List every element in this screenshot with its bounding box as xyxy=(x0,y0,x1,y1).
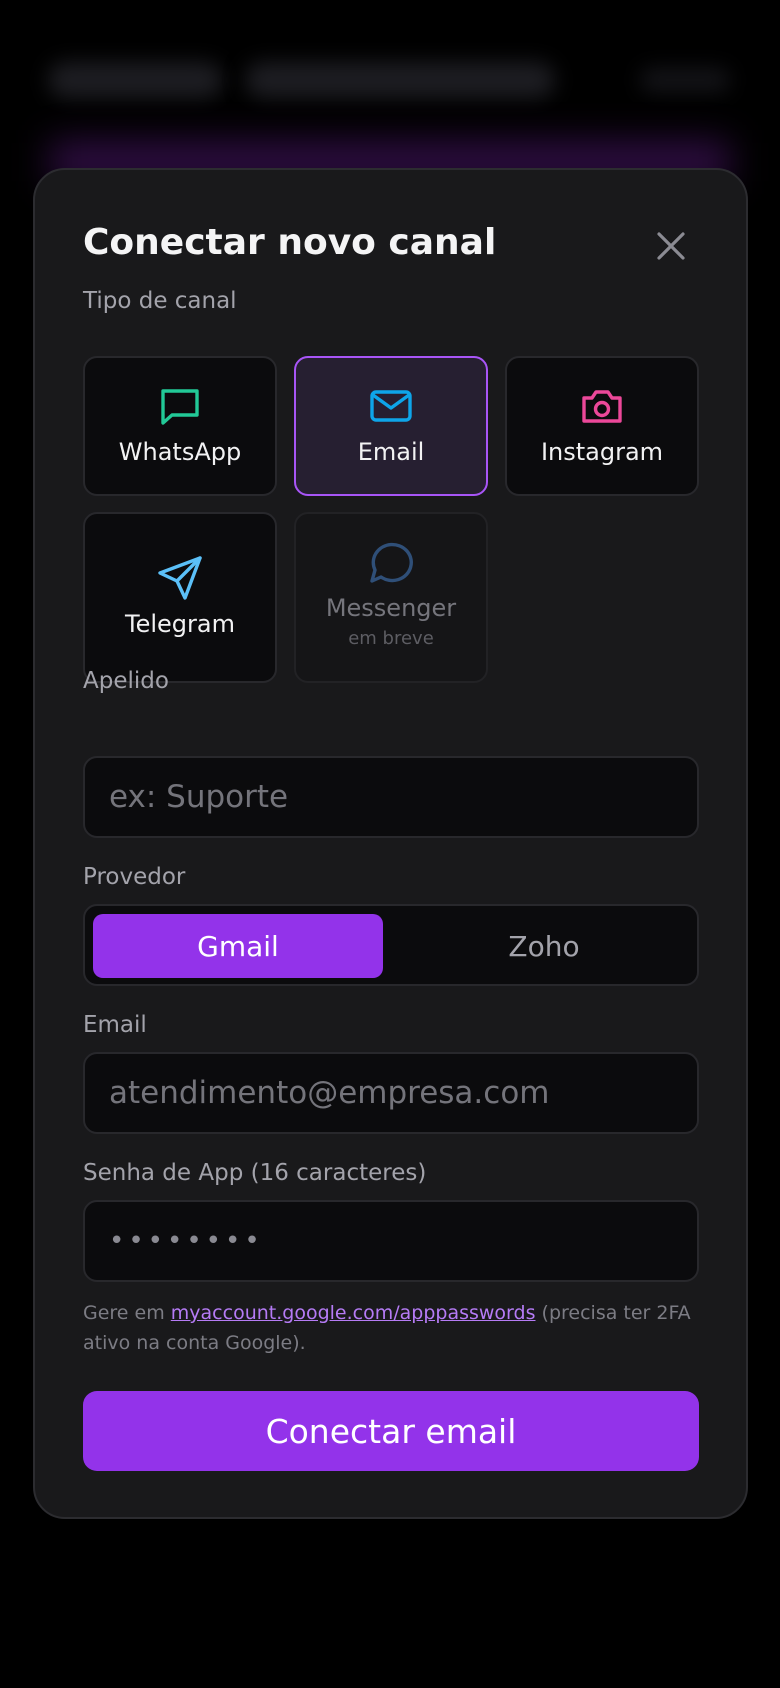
provider-gmail-button[interactable]: Gmail xyxy=(93,914,383,978)
channel-telegram[interactable]: Telegram xyxy=(83,512,277,683)
connect-channel-modal: Conectar novo canal Tipo de canal WhatsA… xyxy=(33,168,748,1519)
camera-icon xyxy=(578,382,626,430)
close-button[interactable] xyxy=(653,228,689,264)
channel-whatsapp[interactable]: WhatsApp xyxy=(83,356,277,496)
provider-label: Provedor xyxy=(83,864,186,890)
channel-messenger: Messenger em breve xyxy=(294,512,488,683)
app-password-label: Senha de App (16 caracteres) xyxy=(83,1160,427,1186)
send-icon xyxy=(156,554,204,602)
mail-icon xyxy=(367,382,415,430)
nickname-label: Apelido xyxy=(83,668,169,694)
blurred-header-block xyxy=(640,68,730,92)
nickname-input[interactable] xyxy=(83,756,699,838)
password-mask: •••••••• xyxy=(109,1226,264,1256)
blurred-header-block xyxy=(48,62,223,98)
modal-title: Conectar novo canal xyxy=(83,222,497,263)
message-circle-icon xyxy=(367,538,415,586)
channel-instagram[interactable]: Instagram xyxy=(505,356,699,496)
channel-label: Instagram xyxy=(540,438,664,466)
app-password-hint: Gere em myaccount.google.com/apppassword… xyxy=(83,1298,703,1358)
app-passwords-link[interactable]: myaccount.google.com/apppasswords xyxy=(171,1302,536,1324)
channel-label: Telegram xyxy=(125,610,235,638)
channel-email[interactable]: Email xyxy=(294,356,488,496)
channel-label: Email xyxy=(357,438,425,466)
app-password-field[interactable]: •••••••• xyxy=(83,1200,699,1282)
channel-label: WhatsApp xyxy=(118,438,242,466)
provider-zoho-button[interactable]: Zoho xyxy=(399,914,689,978)
provider-selector: Gmail Zoho xyxy=(83,904,699,986)
channel-label: Messenger xyxy=(325,594,457,622)
connect-email-button[interactable]: Conectar email xyxy=(83,1391,699,1471)
close-icon xyxy=(657,232,685,260)
channel-type-label: Tipo de canal xyxy=(83,288,237,314)
chat-bubble-icon xyxy=(156,382,204,430)
email-field[interactable] xyxy=(83,1052,699,1134)
blurred-header-block xyxy=(245,62,555,98)
hint-prefix: Gere em xyxy=(83,1302,171,1324)
email-label: Email xyxy=(83,1012,147,1038)
coming-soon-badge: em breve xyxy=(348,628,434,649)
